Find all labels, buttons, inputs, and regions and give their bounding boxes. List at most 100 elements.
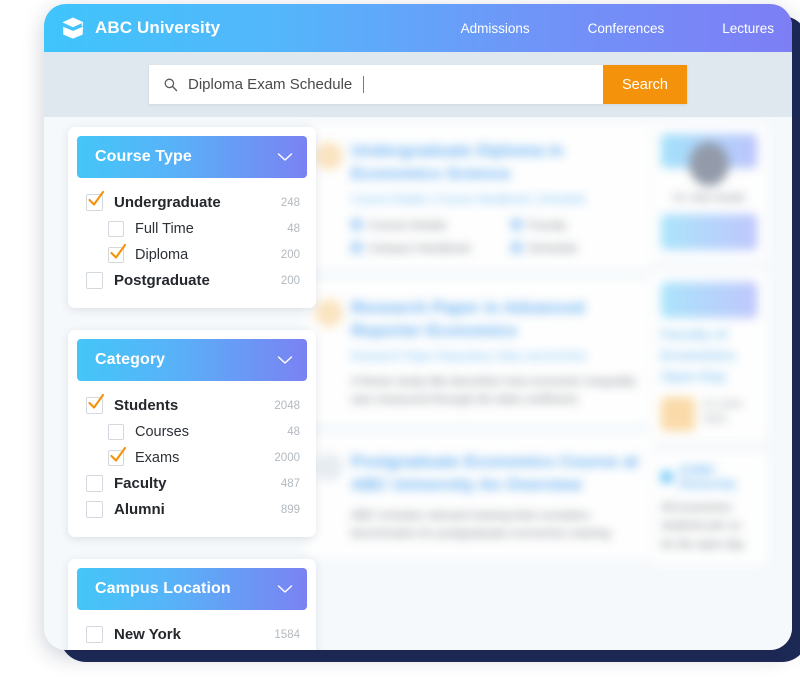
- result-card: Postgraduate Economics Course at ABC Uni…: [306, 433, 654, 558]
- checkbox-unchecked[interactable]: [86, 475, 103, 492]
- meta-icon: [351, 218, 362, 230]
- search-icon: [164, 78, 178, 92]
- filter-panel-course-type: Course Type Undergraduate 248 Full Time …: [68, 127, 316, 308]
- profile-banner: [661, 134, 757, 186]
- profile-name: Dr Julia Hewitt: [673, 192, 745, 204]
- filter-panel-category: Category Students 2048 Courses 48 Exams …: [68, 330, 316, 537]
- filter-panel-title: Course Type: [95, 148, 192, 165]
- result-thumbnail: [315, 142, 343, 170]
- browser-window: ABC University Admissions Conferences Le…: [44, 4, 792, 650]
- filter-option-label: Undergraduate: [114, 194, 221, 211]
- checkmark-icon: [88, 393, 105, 409]
- result-thumbnail: [315, 298, 343, 327]
- filter-option-new-york[interactable]: New York 1584: [82, 622, 302, 647]
- filter-option-count: 248: [280, 196, 300, 209]
- result-link: Course Details | Course Handbook | Sched…: [351, 193, 586, 206]
- twitter-handle: @ABC University: [678, 463, 737, 491]
- event-card: Faculty of Economics Open Day 21 June 20…: [650, 271, 768, 442]
- filter-option-faculty[interactable]: Faculty 487: [82, 471, 302, 496]
- checkbox-unchecked[interactable]: [108, 423, 124, 440]
- filter-option-count: 899: [280, 503, 300, 516]
- search-bar-region: Diploma Exam Schedule Search: [44, 52, 792, 117]
- chevron-down-icon[interactable]: [277, 584, 293, 594]
- filter-option-san-diego[interactable]: San Diego 2145: [82, 648, 302, 650]
- meta-label: Campus Handbook: [368, 240, 471, 255]
- filter-option-label: Faculty: [114, 475, 167, 492]
- meta-label: Course Details: [368, 217, 447, 232]
- checkmark-icon: [110, 446, 127, 462]
- nav-item-lectures[interactable]: Lectures: [722, 21, 774, 36]
- filter-option-label: Postgraduate: [114, 272, 210, 289]
- filter-option-count: 1584: [274, 628, 300, 641]
- filter-option-students[interactable]: Students 2048: [82, 393, 302, 418]
- profile-card: Dr Julia Hewitt: [650, 123, 768, 261]
- calendar-icon: [661, 397, 695, 431]
- chevron-down-icon[interactable]: [277, 152, 293, 162]
- checkbox-checked[interactable]: [108, 243, 127, 263]
- filter-option-label: Courses: [135, 423, 189, 440]
- filter-option-count: 2000: [274, 451, 300, 464]
- filter-sidebar: Course Type Undergraduate 248 Full Time …: [68, 127, 316, 650]
- filter-option-diploma[interactable]: Diploma 200: [82, 242, 302, 267]
- meta-label: Faculty: [527, 217, 567, 232]
- filter-option-postgraduate[interactable]: Postgraduate 200: [82, 268, 302, 293]
- search-input-value: Diploma Exam Schedule: [188, 76, 353, 93]
- filter-panel-campus-location: Campus Location New York 1584: [68, 559, 316, 650]
- text-cursor: [363, 76, 365, 93]
- meta-icon: [510, 218, 522, 230]
- nav-item-conferences[interactable]: Conferences: [588, 21, 665, 36]
- twitter-card: @ABC University All economics students j…: [650, 452, 768, 566]
- checkmark-icon: [88, 190, 105, 206]
- checkbox-checked[interactable]: [108, 446, 127, 466]
- filter-panel-title: Category: [95, 351, 166, 368]
- result-meta: Course Details Campus Handbook Faculty S…: [351, 218, 639, 255]
- checkbox-unchecked[interactable]: [108, 220, 124, 237]
- brand-logo[interactable]: ABC University: [60, 15, 220, 41]
- filter-option-count: 48: [287, 425, 300, 438]
- filter-option-full-time[interactable]: Full Time 48: [82, 216, 302, 241]
- filter-option-label: Full Time: [135, 220, 194, 237]
- result-title: Research Paper in Advanced Reporter Econ…: [351, 297, 585, 340]
- filter-option-label: Diploma: [135, 246, 189, 263]
- filter-option-exams[interactable]: Exams 2000: [82, 445, 302, 470]
- result-link: Research Paper Repository Index and Arch…: [351, 350, 587, 363]
- meta-label: Schedule: [527, 240, 578, 255]
- twitter-bird-icon: [661, 471, 673, 483]
- filter-option-label: New York: [114, 626, 181, 643]
- result-thumbnail: [315, 452, 343, 481]
- filter-panel-header[interactable]: Course Type: [77, 136, 307, 178]
- event-banner: [661, 282, 757, 318]
- filter-option-label: Students: [114, 397, 179, 414]
- checkbox-unchecked[interactable]: [86, 272, 103, 289]
- filter-option-count: 200: [280, 248, 300, 261]
- filter-panel-options: Undergraduate 248 Full Time 48 Diploma 2…: [68, 178, 316, 308]
- filter-option-count: 200: [280, 274, 300, 287]
- result-snippet: A thesis study title describes how econo…: [351, 373, 636, 407]
- page-body: Undergraduate Diploma in Economics Scien…: [44, 117, 792, 650]
- results-list: Undergraduate Diploma in Economics Scien…: [306, 123, 654, 568]
- chevron-down-icon[interactable]: [277, 355, 293, 365]
- filter-option-undergraduate[interactable]: Undergraduate 248: [82, 190, 302, 215]
- filter-panel-header[interactable]: Campus Location: [77, 568, 307, 610]
- nav-item-admissions[interactable]: Admissions: [461, 21, 530, 36]
- filter-option-alumni[interactable]: Alumni 899: [82, 497, 302, 522]
- event-heading: Faculty of Economics Open Day: [661, 326, 736, 384]
- event-date-row: 21 June 2021: [661, 397, 757, 431]
- filter-option-count: 487: [280, 477, 300, 490]
- checkmark-icon: [110, 243, 127, 259]
- search-button[interactable]: Search: [603, 65, 687, 104]
- filter-panel-options: Students 2048 Courses 48 Exams 2000 Facu…: [68, 381, 316, 537]
- site-header: ABC University Admissions Conferences Le…: [44, 4, 792, 52]
- filter-panel-header[interactable]: Category: [77, 339, 307, 381]
- filter-option-count: 48: [287, 222, 300, 235]
- filter-option-count: 2048: [274, 399, 300, 412]
- meta-icon: [351, 241, 362, 253]
- checkbox-unchecked[interactable]: [86, 501, 103, 518]
- result-snippet: ABC includes relevant training that cons…: [351, 507, 611, 541]
- primary-nav: Admissions Conferences Lectures: [461, 21, 792, 36]
- checkbox-unchecked[interactable]: [86, 626, 103, 643]
- filter-option-courses[interactable]: Courses 48: [82, 419, 302, 444]
- search-input[interactable]: Diploma Exam Schedule: [149, 65, 603, 104]
- checkbox-checked[interactable]: [86, 393, 105, 414]
- checkbox-checked[interactable]: [86, 190, 105, 211]
